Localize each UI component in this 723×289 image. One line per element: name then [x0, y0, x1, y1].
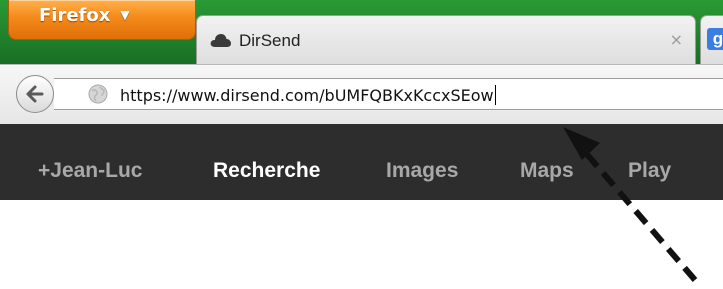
annotation-arrow-icon	[563, 127, 698, 282]
